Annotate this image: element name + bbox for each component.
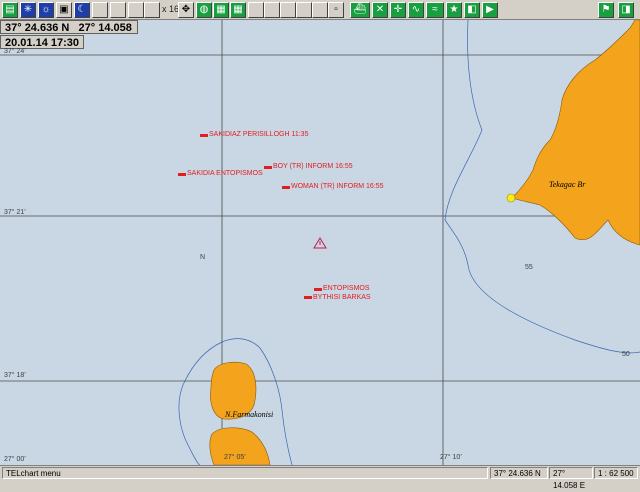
globe-icon[interactable]: ◍ bbox=[196, 2, 212, 18]
wave-icon[interactable]: ≈ bbox=[426, 2, 444, 18]
status-lat: 37° 24.636 N bbox=[490, 467, 548, 479]
lon-label-mid: 27° 05' bbox=[224, 454, 246, 461]
lon-label-left: 27° 00' bbox=[4, 456, 26, 463]
layer-icon[interactable]: ▦ bbox=[213, 2, 229, 18]
zoom-label: x 16 bbox=[162, 4, 180, 14]
star-icon[interactable]: ★ bbox=[446, 2, 462, 18]
route-icon[interactable]: ▦ bbox=[230, 2, 246, 18]
status-lon: 27° 14.058 E bbox=[549, 467, 593, 490]
menu-status[interactable]: TELchart menu bbox=[2, 467, 488, 479]
forward-icon[interactable]: ▶ bbox=[482, 2, 498, 18]
flag-icon[interactable]: ⚑ bbox=[598, 2, 614, 18]
lat-label-low: 37° 18' bbox=[4, 372, 26, 379]
marker-label[interactable]: BYTHISI BARKAS bbox=[313, 294, 371, 301]
depth-label: 55 bbox=[525, 264, 533, 271]
tool-6[interactable]: ▫ bbox=[328, 2, 344, 18]
lat-label-mid: 37° 21' bbox=[4, 209, 26, 216]
ship-icon[interactable]: ⛴ bbox=[350, 2, 370, 18]
tools-icon[interactable]: ✕ bbox=[372, 2, 388, 18]
nautical-chart[interactable]: 37° 24.636 N 27° 14.058 E 20.01.14 17:30… bbox=[0, 20, 640, 465]
place-label-east: Tekagac Br bbox=[549, 180, 586, 189]
place-label-south: N.Farmakonisi bbox=[225, 410, 274, 419]
day-mode-icon[interactable]: ▣ bbox=[56, 2, 72, 18]
marker-label[interactable]: ENTOPISMOS bbox=[323, 285, 370, 292]
compass-icon[interactable]: ✳ bbox=[20, 2, 36, 18]
depth-label: 50 bbox=[622, 351, 630, 358]
status-scale: 1 : 62 500 bbox=[594, 467, 638, 479]
waypoint-icon[interactable]: ◧ bbox=[464, 2, 480, 18]
chart-graphics bbox=[0, 20, 640, 465]
tool-3[interactable] bbox=[280, 2, 296, 18]
settings-icon[interactable]: ◨ bbox=[618, 2, 634, 18]
light-icon[interactable]: ☼ bbox=[38, 2, 54, 18]
marker-label[interactable]: BOY (TR) INFORM 16:55 bbox=[273, 163, 353, 170]
lon-label-right: 27° 10' bbox=[440, 454, 462, 461]
pan-icon[interactable] bbox=[128, 2, 144, 18]
move-icon[interactable]: ✥ bbox=[178, 2, 194, 18]
night-mode-icon[interactable]: ☾ bbox=[74, 2, 90, 18]
lat-label-top: 37° 24' bbox=[4, 48, 26, 55]
depth-label: N bbox=[200, 254, 206, 261]
marker-label[interactable]: WOMAN (TR) INFORM 16:55 bbox=[291, 183, 384, 190]
track-icon[interactable]: ∿ bbox=[408, 2, 424, 18]
tool-1[interactable] bbox=[248, 2, 264, 18]
marker-label[interactable]: SAKIDIAZ PERISILLOGH 11:35 bbox=[209, 131, 308, 138]
zoom-in-icon[interactable] bbox=[92, 2, 108, 18]
tool-4[interactable] bbox=[296, 2, 312, 18]
position-lat: 37° 24.636 N bbox=[5, 22, 70, 34]
position-readout: 37° 24.636 N 27° 14.058 E bbox=[0, 20, 138, 48]
zoom-out-icon[interactable] bbox=[110, 2, 126, 18]
zoom-field[interactable] bbox=[144, 2, 160, 18]
marker-label[interactable]: SAKIDIA ENTOPISMOS bbox=[187, 170, 263, 177]
tool-2[interactable] bbox=[264, 2, 280, 18]
datetime-readout: 20.01.14 17:30 bbox=[0, 35, 84, 49]
chart-icon[interactable]: ▤ bbox=[2, 2, 18, 18]
tool-5[interactable] bbox=[312, 2, 328, 18]
status-bar: TELchart menu 37° 24.636 N 27° 14.058 E … bbox=[0, 465, 640, 490]
target-icon[interactable]: ✛ bbox=[390, 2, 406, 18]
toolbar: ▤ ✳ ☼ ▣ ☾ x 16 ✥ ◍ ▦ ▦ ▫ ⛴ ✕ ✛ ∿ ≈ ★ ◧ ▶… bbox=[0, 0, 640, 20]
